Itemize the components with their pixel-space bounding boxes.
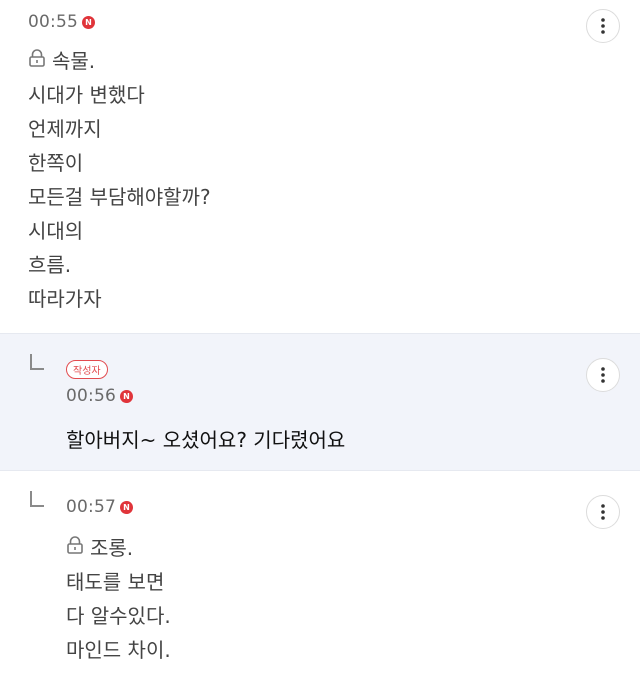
new-badge: N — [120, 500, 133, 514]
comment-line: 흐름. — [28, 253, 72, 277]
comment-line: 다 알수있다. — [66, 604, 171, 628]
comment-meta: 00:56 N — [66, 386, 133, 406]
comment-meta: 00:57 N — [66, 497, 133, 517]
comment-line: 태도를 보면 — [66, 570, 165, 594]
comment-line: 언제까지 — [28, 117, 102, 141]
comment-line: 조롱. — [66, 531, 171, 565]
more-options-button[interactable] — [586, 9, 620, 43]
comment-line: 한쪽이 — [28, 151, 84, 175]
comment-time: 00:55 — [28, 12, 78, 32]
lock-icon — [66, 531, 84, 565]
comment-line: 속물. — [28, 44, 211, 78]
reply-comment-item: 작성자 00:56 N 할아버지~ 오셨어요? 기다렸어요 — [0, 333, 640, 471]
reply-arrow-icon — [30, 354, 44, 370]
comment-body: 조롱. 태도를 보면 다 알수있다. 마인드 차이. — [66, 531, 171, 667]
more-vertical-icon — [601, 18, 605, 34]
new-badge: N — [82, 15, 95, 29]
more-options-button[interactable] — [586, 495, 620, 529]
comment-line: 시대의 — [28, 219, 84, 243]
author-badge: 작성자 — [66, 360, 108, 379]
comment-item: 00:55 N 속물. 시대가 변했다 언제까지 한쪽이 모든걸 부담해야할까?… — [0, 0, 640, 333]
comment-text: 할아버지~ 오셨어요? 기다렸어요 — [66, 428, 346, 452]
comment-line: 시대가 변했다 — [28, 83, 145, 107]
comment-line: 따라가자 — [28, 287, 102, 311]
comment-body: 속물. 시대가 변했다 언제까지 한쪽이 모든걸 부담해야할까? 시대의 흐름.… — [28, 44, 211, 316]
reply-comment-item: 00:57 N 조롱. 태도를 보면 다 알수있다. 마인드 차이. — [0, 471, 640, 676]
lock-icon — [28, 44, 46, 78]
comment-text: 속물. — [52, 49, 96, 73]
more-vertical-icon — [601, 504, 605, 520]
comment-meta: 00:55 N — [28, 12, 95, 32]
comment-line: 모든걸 부담해야할까? — [28, 185, 211, 209]
more-options-button[interactable] — [586, 358, 620, 392]
comment-time: 00:56 — [66, 386, 116, 406]
new-badge: N — [120, 389, 133, 403]
more-vertical-icon — [601, 367, 605, 383]
comment-text: 조롱. — [90, 536, 134, 560]
reply-arrow-icon — [30, 491, 44, 507]
comment-line: 마인드 차이. — [66, 638, 171, 662]
comment-time: 00:57 — [66, 497, 116, 517]
